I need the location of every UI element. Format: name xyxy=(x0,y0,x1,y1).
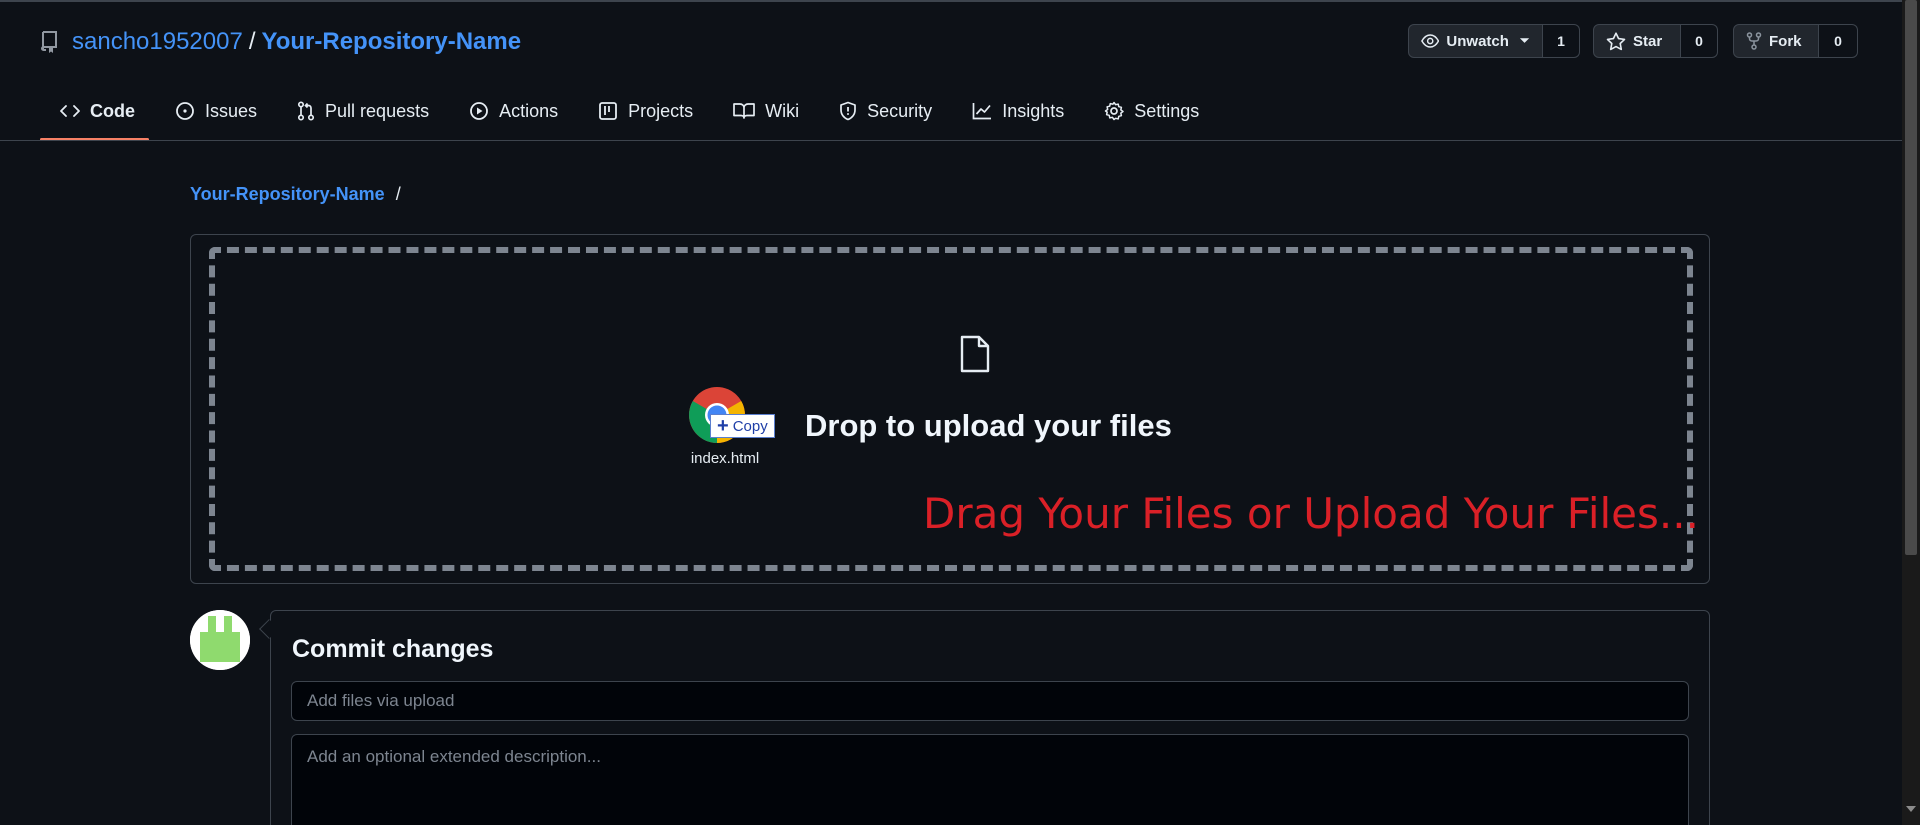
repo-path-separator: / xyxy=(248,28,256,55)
star-button[interactable]: Star xyxy=(1593,24,1681,58)
caret-down-icon xyxy=(1519,38,1530,43)
tab-pull-requests[interactable]: Pull requests xyxy=(277,94,449,128)
dragged-file-name: index.html xyxy=(690,450,760,467)
commit-title: Commit changes xyxy=(292,635,494,663)
fork-label: Fork xyxy=(1769,32,1802,50)
watch-group: Unwatch 1 xyxy=(1408,24,1580,58)
file-icon xyxy=(960,335,990,373)
shield-icon xyxy=(840,101,857,121)
pull-request-icon xyxy=(297,101,315,121)
repo-header: sancho1952007 / Your-Repository-Name xyxy=(40,26,521,58)
tab-projects[interactable]: Projects xyxy=(578,94,713,128)
star-group: Star 0 xyxy=(1593,24,1718,58)
repo-nav: Code Issues Pull requests Actions Projec… xyxy=(40,94,1219,140)
issue-opened-icon xyxy=(176,102,194,120)
tab-wiki[interactable]: Wiki xyxy=(713,94,819,128)
scroll-down-arrow-icon[interactable] xyxy=(1906,806,1916,812)
star-label: Star xyxy=(1633,32,1663,50)
watchers-count[interactable]: 1 xyxy=(1543,24,1580,58)
copy-tooltip-label: Copy xyxy=(732,417,768,435)
commit-description-input[interactable] xyxy=(291,734,1689,825)
tab-insights[interactable]: Insights xyxy=(952,94,1084,128)
tab-settings[interactable]: Settings xyxy=(1084,94,1219,128)
tab-wiki-label: Wiki xyxy=(765,100,800,121)
fork-group: Fork 0 xyxy=(1733,24,1858,58)
identicon-icon xyxy=(190,610,250,670)
tab-actions[interactable]: Actions xyxy=(449,94,578,128)
gear-icon xyxy=(1104,101,1124,121)
repo-icon xyxy=(40,31,60,53)
tab-issues[interactable]: Issues xyxy=(155,94,277,128)
nav-divider xyxy=(0,140,1902,141)
book-icon xyxy=(733,103,756,119)
scrollbar[interactable] xyxy=(1902,0,1920,825)
upload-panel: Drop to upload your files Drag Your File… xyxy=(190,234,1710,584)
drop-zone[interactable]: Drop to upload your files Drag Your File… xyxy=(209,247,1699,571)
fork-button[interactable]: Fork xyxy=(1733,24,1819,58)
plus-icon: + xyxy=(717,414,729,437)
copy-tooltip: + Copy xyxy=(710,414,775,438)
commit-panel: Commit changes xyxy=(270,610,1710,825)
code-icon xyxy=(60,105,80,117)
dragged-file: + Copy index.html xyxy=(670,386,780,476)
tab-issues-label: Issues xyxy=(205,100,258,121)
unwatch-button[interactable]: Unwatch xyxy=(1408,24,1543,58)
table-icon xyxy=(599,102,618,120)
scrollbar-thumb[interactable] xyxy=(1905,0,1917,555)
graph-icon xyxy=(972,103,992,120)
tab-security-label: Security xyxy=(867,100,933,121)
commit-summary-input[interactable] xyxy=(291,681,1689,721)
tab-projects-label: Projects xyxy=(628,100,694,121)
tab-code-label: Code xyxy=(90,100,135,121)
top-border xyxy=(0,0,1920,2)
tab-code[interactable]: Code xyxy=(40,94,155,128)
drop-heading: Drop to upload your files xyxy=(805,408,1172,443)
tab-settings-label: Settings xyxy=(1134,100,1200,121)
forks-count[interactable]: 0 xyxy=(1819,24,1858,58)
drag-overlay-text: Drag Your Files or Upload Your Files... xyxy=(923,489,1699,538)
repo-forked-icon xyxy=(1746,32,1762,50)
tab-security[interactable]: Security xyxy=(819,94,952,128)
breadcrumb: Your-Repository-Name / xyxy=(190,184,401,205)
breadcrumb-repo-link[interactable]: Your-Repository-Name xyxy=(190,184,385,204)
stars-count[interactable]: 0 xyxy=(1681,24,1718,58)
eye-icon xyxy=(1421,34,1440,48)
tab-pull-requests-label: Pull requests xyxy=(325,100,430,121)
tab-actions-label: Actions xyxy=(499,100,559,121)
play-icon xyxy=(470,102,488,120)
star-icon xyxy=(1606,31,1626,50)
unwatch-label: Unwatch xyxy=(1446,32,1509,50)
tab-insights-label: Insights xyxy=(1002,100,1065,121)
repo-name-link[interactable]: Your-Repository-Name xyxy=(262,28,522,56)
repo-owner-link[interactable]: sancho1952007 xyxy=(72,28,243,56)
avatar[interactable] xyxy=(190,610,250,670)
breadcrumb-separator: / xyxy=(395,184,401,204)
